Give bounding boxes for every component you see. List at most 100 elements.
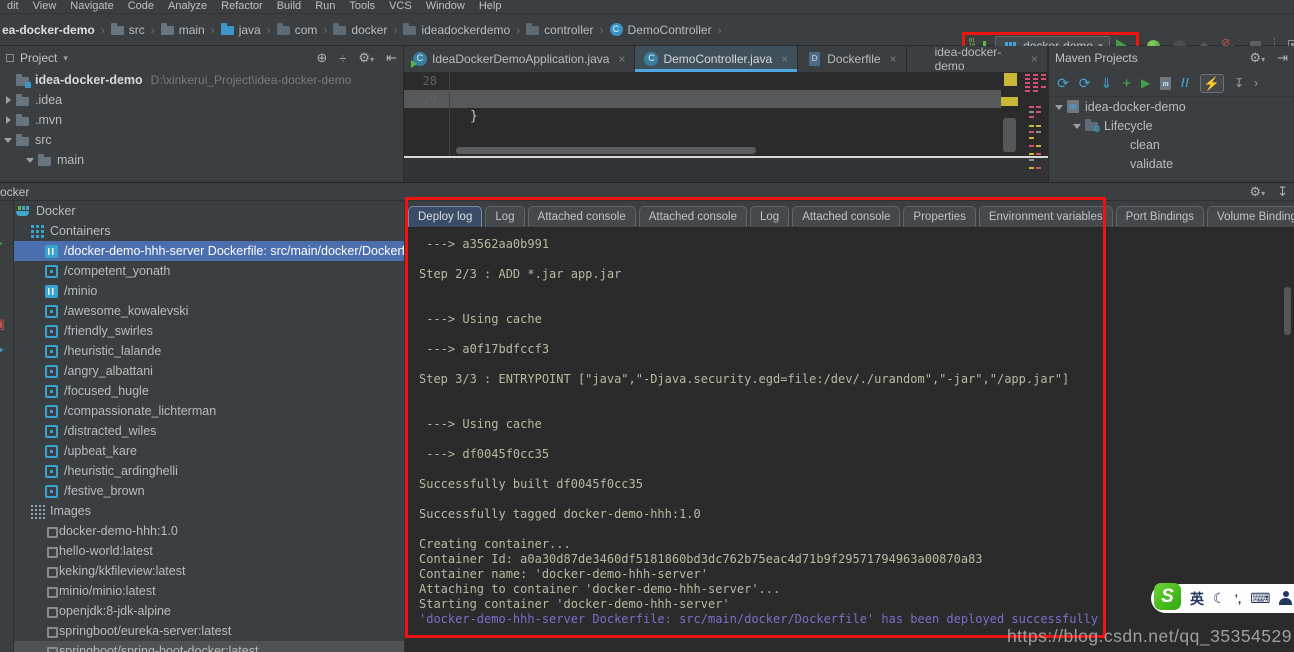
docker-tree-row[interactable]: /awesome_kowalevski xyxy=(14,301,404,321)
code-editor[interactable]: 28 29 } xyxy=(404,72,1048,156)
editor-tab[interactable]: DemoController.java × xyxy=(635,46,798,72)
collapse-all-button[interactable]: ÷ xyxy=(339,51,346,66)
maven-tree-row[interactable]: idea-docker-demo xyxy=(1049,97,1294,116)
execute-maven-goal-icon[interactable] xyxy=(1160,77,1171,90)
maven-panel-title[interactable]: Maven Projects xyxy=(1055,51,1138,65)
docker-tree-row[interactable]: Images xyxy=(14,501,404,521)
menu-item[interactable]: Tools xyxy=(342,0,382,13)
tree-toggle-icon[interactable] xyxy=(4,135,13,145)
breadcrumb-item[interactable]: ideadockerdemo › xyxy=(403,23,526,37)
close-icon[interactable]: × xyxy=(1031,52,1038,66)
docker-tree-row[interactable]: keking/kkfileview:latest xyxy=(14,561,404,581)
download-sources-icon[interactable]: ⇓ xyxy=(1100,75,1112,92)
tree-toggle-icon[interactable] xyxy=(1099,159,1108,169)
docker-tree-row[interactable]: /compassionate_lichterman xyxy=(14,401,404,421)
console-tab[interactable]: Port Bindings xyxy=(1116,206,1204,227)
delete-icon[interactable]: ▣ xyxy=(0,317,5,330)
breadcrumb-item[interactable]: DemoController › xyxy=(610,23,728,37)
add-maven-project-icon[interactable]: + xyxy=(1122,75,1131,92)
docker-window-title[interactable]: ocker xyxy=(0,185,29,199)
skip-tests-icon[interactable]: // xyxy=(1181,76,1190,90)
more-icon[interactable]: › xyxy=(1254,76,1258,90)
moon-icon[interactable]: ☾ xyxy=(1213,590,1226,607)
editor-code[interactable]: } xyxy=(450,72,1001,198)
punctuation-mode[interactable]: ’, xyxy=(1235,592,1242,606)
stop-icon[interactable]: ■ xyxy=(0,291,1,304)
menu-item[interactable]: Run xyxy=(308,0,342,13)
breadcrumb-item[interactable]: src › xyxy=(111,23,161,37)
tree-toggle-icon[interactable] xyxy=(4,115,13,125)
console-tab[interactable]: Attached console xyxy=(528,206,636,227)
console-tab[interactable]: Deploy log xyxy=(408,206,482,227)
docker-tree-row[interactable]: /focused_hugle xyxy=(14,381,404,401)
tree-toggle-icon[interactable] xyxy=(1055,102,1064,112)
docker-tree-row[interactable]: /heuristic_ardinghelli xyxy=(14,461,404,481)
ime-language-mode[interactable]: 英 xyxy=(1190,589,1204,609)
breadcrumb-item[interactable]: com › xyxy=(277,23,334,37)
maven-tree-row[interactable]: clean xyxy=(1049,135,1294,154)
tree-toggle-icon[interactable] xyxy=(4,95,13,105)
console-tab[interactable]: Attached console xyxy=(792,206,900,227)
tree-toggle-icon[interactable] xyxy=(1073,121,1082,131)
tree-toggle-icon[interactable] xyxy=(26,155,35,165)
chevron-down-icon[interactable]: ▾ xyxy=(63,53,68,64)
docker-tree-row[interactable]: /angry_albattani xyxy=(14,361,404,381)
docker-tree-row[interactable]: springboot/eureka-server:latest xyxy=(14,621,404,641)
docker-tree-row[interactable]: springboot/spring-boot-docker:latest xyxy=(14,641,404,652)
breadcrumb-item[interactable]: java › xyxy=(221,23,277,37)
hide-panel-button[interactable]: ⇤ xyxy=(386,50,397,66)
menu-item[interactable]: Navigate xyxy=(63,0,120,13)
menu-item[interactable]: Analyze xyxy=(161,0,214,13)
docker-tree-row[interactable]: docker-demo-hhh:1.0 xyxy=(14,521,404,541)
project-tree-row[interactable]: .idea xyxy=(0,90,403,110)
breadcrumb-item[interactable]: controller › xyxy=(526,23,609,37)
sogou-logo-icon[interactable]: S xyxy=(1154,583,1181,610)
docker-tree-row[interactable]: minio/minio:latest xyxy=(14,581,404,601)
refresh-icon[interactable]: ⟳ xyxy=(0,344,4,357)
project-tree-row[interactable]: .mvn xyxy=(0,110,403,130)
close-icon[interactable]: × xyxy=(781,52,788,66)
menu-item[interactable]: Window xyxy=(419,0,472,13)
menu-item[interactable]: dit xyxy=(0,0,26,13)
user-icon[interactable] xyxy=(1279,591,1292,606)
docker-tree-row[interactable]: Containers xyxy=(14,221,404,241)
reimport-maven-icon[interactable]: ⟳ xyxy=(1057,75,1069,92)
console-tab[interactable]: Log xyxy=(485,206,524,227)
show-dependencies-icon[interactable]: ↧ xyxy=(1234,76,1244,90)
editor-horizontal-scrollbar[interactable] xyxy=(456,147,756,154)
gear-icon[interactable]: ⚙▾ xyxy=(1249,184,1265,200)
generate-sources-icon[interactable]: ⟳ xyxy=(1079,75,1091,92)
maven-tree-row[interactable]: validate xyxy=(1049,154,1294,173)
offline-mode-icon[interactable]: ⚡ xyxy=(1200,74,1224,93)
menu-item[interactable]: Refactor xyxy=(214,0,270,13)
close-icon[interactable]: × xyxy=(618,52,625,66)
docker-tree-row[interactable]: openjdk:8-jdk-alpine xyxy=(14,601,404,621)
tree-toggle-icon[interactable] xyxy=(4,75,13,85)
project-tree-row[interactable]: idea-docker-demo D:\xinkerui_Project\ide… xyxy=(0,70,403,90)
docker-tree-row[interactable]: /festive_brown xyxy=(14,481,404,501)
console-tab[interactable]: Log xyxy=(750,206,789,227)
menu-item[interactable]: View xyxy=(26,0,64,13)
start-icon[interactable]: ▶ xyxy=(0,236,3,249)
keyboard-icon[interactable]: ⌨ xyxy=(1250,590,1270,607)
docker-tree-row[interactable]: /distracted_wiles xyxy=(14,421,404,441)
project-tree-row[interactable]: src xyxy=(0,130,403,150)
tree-toggle-icon[interactable] xyxy=(1099,140,1108,150)
docker-tree-row[interactable]: /friendly_swirles xyxy=(14,321,404,341)
breadcrumb-item[interactable]: main › xyxy=(161,23,221,37)
docker-tree-row[interactable]: /docker-demo-hhh-server Dockerfile: src/… xyxy=(14,241,404,261)
deploy-log[interactable]: ---> a3562aa0b991 Step 2/3 : ADD *.jar a… xyxy=(405,228,1294,627)
console-tab[interactable]: Attached console xyxy=(639,206,747,227)
breadcrumb-item[interactable]: docker › xyxy=(333,23,403,37)
console-tab[interactable]: Volume Bindings xyxy=(1207,206,1294,227)
gear-icon[interactable]: ⚙▾ xyxy=(1249,50,1265,66)
project-panel-title[interactable]: Project xyxy=(20,51,57,65)
docker-tree-row[interactable]: hello-world:latest xyxy=(14,541,404,561)
editor-tab[interactable]: IdeaDockerDemoApplication.java × xyxy=(404,46,635,72)
docker-tree-row[interactable]: /upbeat_kare xyxy=(14,441,404,461)
locate-file-button[interactable]: ⊕ xyxy=(316,50,327,66)
docker-tree-row[interactable]: /minio xyxy=(14,281,404,301)
docker-tree-row[interactable]: /competent_yonath xyxy=(14,261,404,281)
maven-tree-row[interactable]: Lifecycle xyxy=(1049,116,1294,135)
console-scrollbar[interactable] xyxy=(1284,287,1291,335)
